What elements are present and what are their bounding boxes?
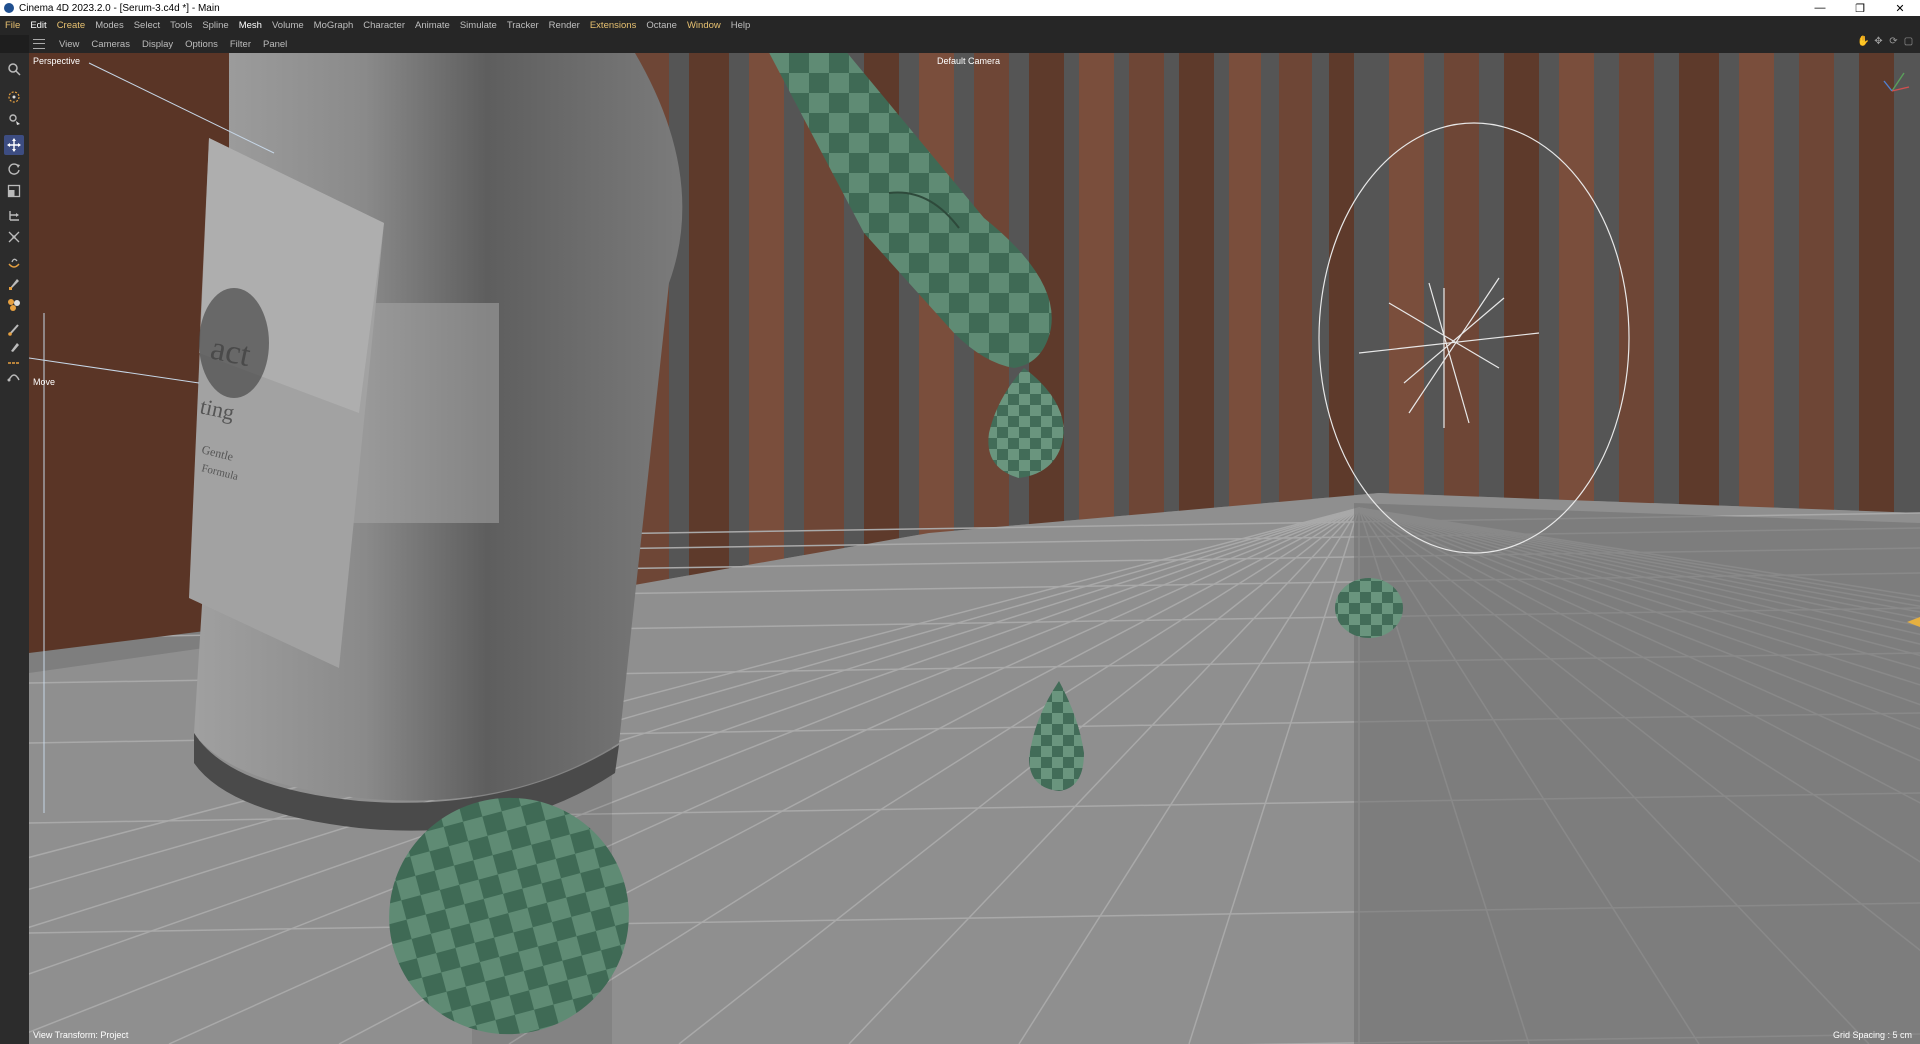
menu-tools[interactable]: Tools: [165, 20, 197, 31]
window-titlebar: Cinema 4D 2023.2.0 - [Serum-3.c4d *] - M…: [0, 0, 1920, 16]
move-tool-icon[interactable]: [4, 135, 24, 155]
viewport-scene[interactable]: act ting Gentle Formula: [29, 53, 1920, 1044]
wood-slat: [1799, 53, 1834, 521]
menu-select[interactable]: Select: [129, 20, 165, 31]
transform-icon[interactable]: [4, 205, 24, 225]
menu-octane[interactable]: Octane: [641, 20, 682, 31]
restore-button[interactable]: ❐: [1840, 0, 1880, 16]
hamburger-menu-icon[interactable]: [33, 39, 45, 49]
scale-tool-icon[interactable]: [4, 181, 24, 201]
wood-slat: [1559, 53, 1594, 511]
minimize-button[interactable]: —: [1800, 0, 1840, 16]
viewport-camera-label[interactable]: Default Camera: [937, 56, 1000, 66]
menu-tracker[interactable]: Tracker: [502, 20, 544, 31]
wood-slat: [1389, 53, 1424, 507]
menu-render[interactable]: Render: [544, 20, 585, 31]
menu-volume[interactable]: Volume: [267, 20, 309, 31]
wood-slat: [1179, 53, 1214, 524]
viewport-menu-panel[interactable]: Panel: [257, 39, 293, 50]
rotate-tool-icon[interactable]: [4, 159, 24, 179]
spline-pen-icon[interactable]: [4, 367, 24, 387]
viewport-menu-view[interactable]: View: [53, 39, 85, 50]
menu-simulate[interactable]: Simulate: [455, 20, 502, 31]
close-button[interactable]: ✕: [1880, 0, 1920, 16]
wood-slat: [689, 53, 729, 584]
viewport-menu-options[interactable]: Options: [179, 39, 224, 50]
active-tool-hint: Move: [33, 377, 56, 387]
cinema4d-logo-icon: [4, 3, 14, 13]
wood-slat: [1229, 53, 1261, 519]
viewport-menu-cameras[interactable]: Cameras: [85, 39, 136, 50]
wood-slat: [1329, 53, 1354, 509]
snap-icon[interactable]: [4, 227, 24, 247]
brush-icon[interactable]: [4, 319, 24, 339]
3d-viewport[interactable]: act ting Gentle Formula Perspective Defa…: [29, 53, 1920, 1044]
object-axis-icon[interactable]: [4, 109, 24, 129]
menu-extensions[interactable]: Extensions: [585, 20, 641, 31]
lasso-icon[interactable]: [4, 253, 24, 273]
wood-slat: [1279, 53, 1312, 514]
viewport-projection-label[interactable]: Perspective: [33, 56, 80, 66]
view-transform-label: View Transform: Project: [33, 1030, 129, 1040]
menu-mograph[interactable]: MoGraph: [309, 20, 359, 31]
menu-spline[interactable]: Spline: [197, 20, 233, 31]
grid-spacing-label: Grid Spacing : 5 cm: [1832, 1030, 1912, 1040]
window-title: Cinema 4D 2023.2.0 - [Serum-3.c4d *] - M…: [19, 2, 220, 14]
material-icon[interactable]: [4, 295, 24, 315]
window-controls: — ❐ ✕: [1800, 0, 1920, 16]
maximize-icon[interactable]: ▢: [1903, 36, 1914, 47]
menu-character[interactable]: Character: [358, 20, 410, 31]
menu-create[interactable]: Create: [52, 20, 91, 31]
menu-mesh[interactable]: Mesh: [234, 20, 267, 31]
bottle-object: act ting Gentle Formula: [189, 53, 683, 831]
shadow-region: [1354, 503, 1920, 1044]
menu-animate[interactable]: Animate: [410, 20, 455, 31]
viewport-menu-display[interactable]: Display: [136, 39, 179, 50]
knife-icon[interactable]: [4, 273, 24, 293]
viewport-menubar: View Cameras Display Options Filter Pane…: [29, 35, 1920, 53]
search-icon[interactable]: [4, 59, 24, 79]
move-view-icon[interactable]: ✥: [1873, 36, 1884, 47]
wood-slat: [1739, 53, 1774, 519]
floor-drop-far: [1335, 578, 1403, 638]
menu-window[interactable]: Window: [682, 20, 726, 31]
main-menubar: File Edit Create Modes Select Tools Spli…: [0, 16, 1920, 35]
wood-slat: [1079, 53, 1114, 534]
menu-help[interactable]: Help: [726, 20, 756, 31]
left-tool-palette: [0, 53, 29, 1044]
menu-file[interactable]: File: [0, 20, 25, 31]
hand-icon[interactable]: ✋: [1857, 36, 1869, 47]
menu-modes[interactable]: Modes: [90, 20, 129, 31]
live-selection-icon[interactable]: [4, 87, 24, 107]
wood-slat: [1859, 53, 1894, 524]
rotate-view-icon[interactable]: ⟳: [1888, 36, 1899, 47]
wood-slat: [1444, 53, 1479, 507]
viewport-menu-filter[interactable]: Filter: [224, 39, 257, 50]
wood-slat: [1129, 53, 1164, 529]
wood-slat: [749, 53, 784, 579]
menu-edit[interactable]: Edit: [25, 20, 51, 31]
viewport-nav-icons: ✋ ✥ ⟳ ▢: [1857, 36, 1914, 47]
wood-slat: [1679, 53, 1719, 517]
wood-slat: [1504, 53, 1539, 509]
